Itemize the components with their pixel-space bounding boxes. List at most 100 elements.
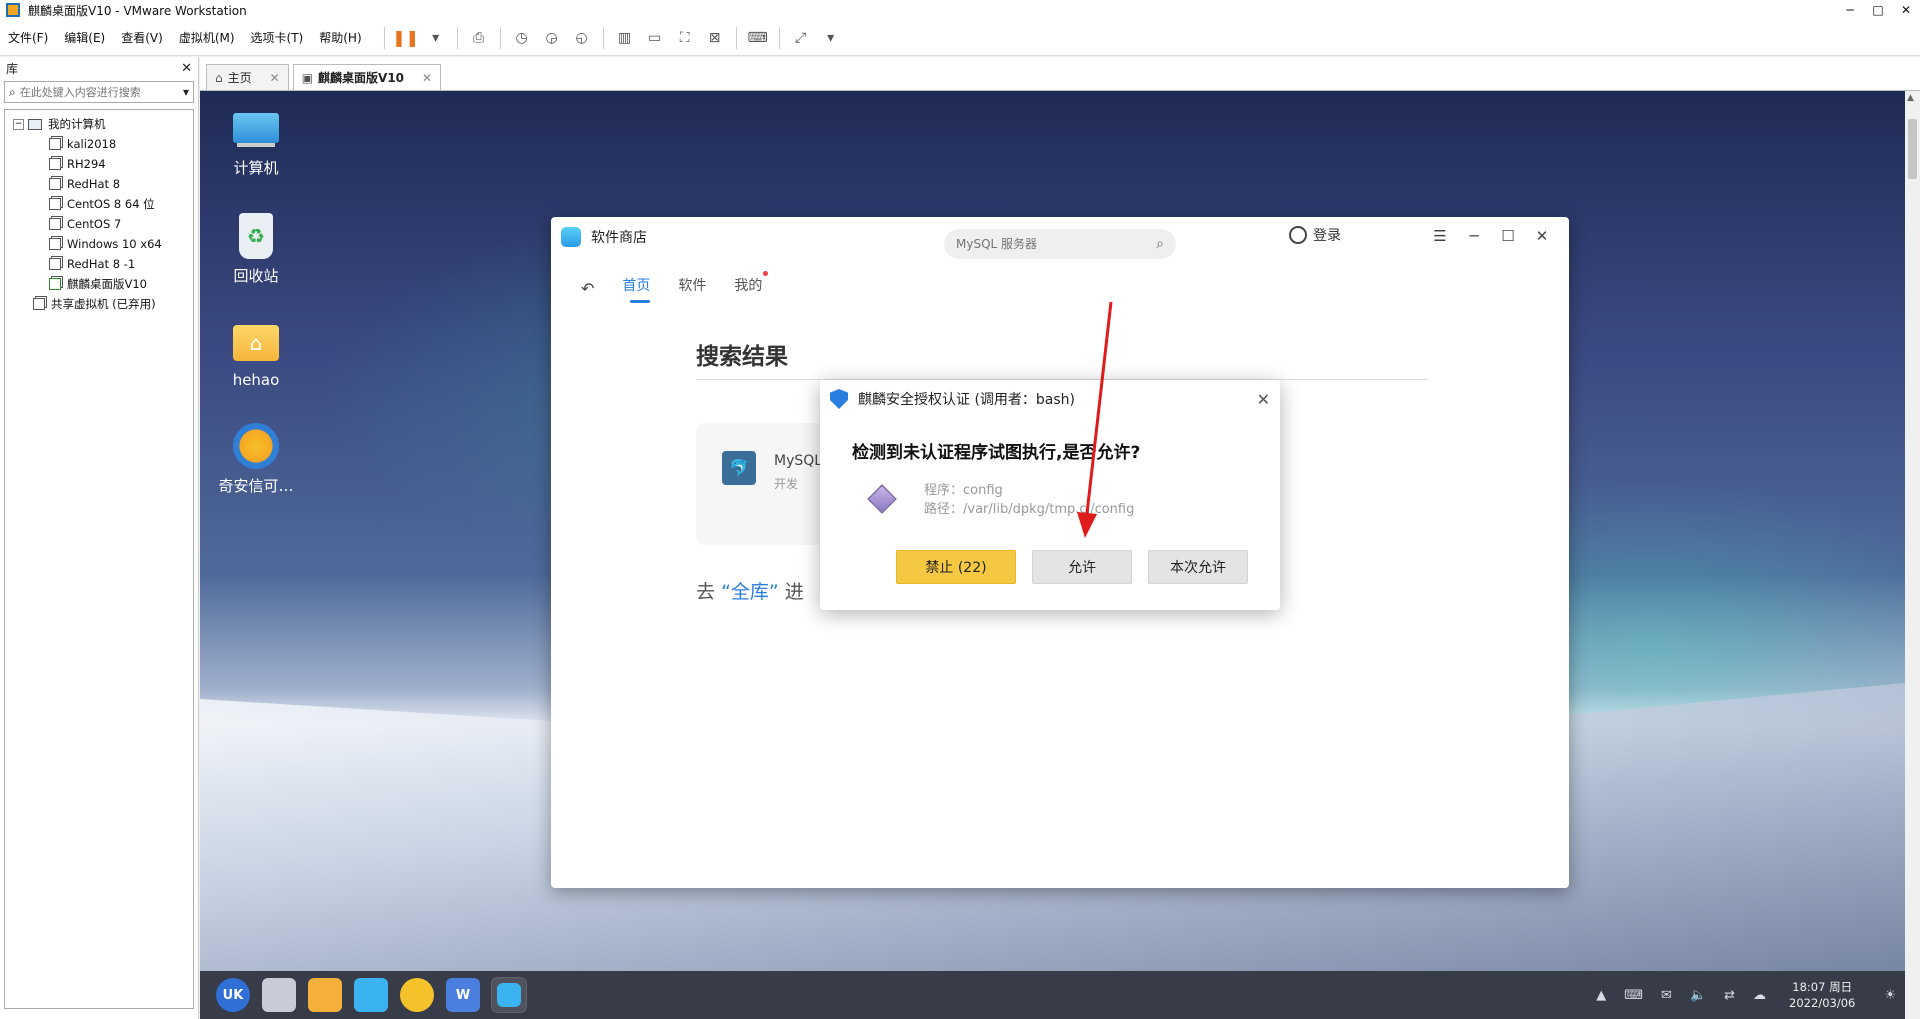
tree-node-shared-vms[interactable]: 共享虚拟机 (已弃用) [5,294,193,314]
toolbar: ❚❚ ▾ ⎙ ◷ ◶ ◵ ▥ ▭ ⛶ ⊠ ⌨ ⤢ ▾ [378,25,846,51]
tab-mine[interactable]: 我的 [734,271,769,301]
tray-expand-icon[interactable]: ▲ [1596,988,1606,1003]
menu-file[interactable]: 文件(F) [0,29,56,46]
store-login[interactable]: 登录 [1289,225,1341,245]
stretch-icon[interactable]: ⤢ [788,25,814,51]
running-vm-icon [49,278,61,290]
search-results-heading: 搜索结果 [696,344,788,370]
menu-vm[interactable]: 虚拟机(M) [171,29,243,46]
volume-icon[interactable]: 🔈 [1690,988,1706,1003]
dialog-close-icon[interactable]: ✕ [1257,390,1270,409]
stretch-dropdown-icon[interactable]: ▾ [818,25,844,51]
tree-node-my-computer[interactable]: − 我的计算机 [5,114,193,134]
file-manager-icon[interactable] [308,978,342,1012]
minimize-button[interactable]: ─ [1836,0,1864,20]
deny-button[interactable]: 禁止 (22) [896,550,1016,584]
allow-button[interactable]: 允许 [1032,550,1132,584]
tree-node-label: Windows 10 x64 [67,237,162,251]
software-store-icon[interactable] [354,978,388,1012]
home-icon: ⌂ [215,70,223,85]
trash-icon: ♻ [239,213,273,259]
console-icon[interactable]: ⌨ [745,25,771,51]
revert-snapshot-icon[interactable]: ◶ [539,25,565,51]
maximize-icon[interactable]: ☐ [1491,227,1525,245]
tree-node-vm[interactable]: CentOS 7 [5,214,193,234]
tree-node-vm[interactable]: kali2018 [5,134,193,154]
allow-once-button[interactable]: 本次允许 [1148,550,1248,584]
qianxin-browser-icon[interactable] [400,978,434,1012]
tree-node-vm[interactable]: CentOS 8 64 位 [5,194,193,214]
search-dropdown-icon[interactable]: ▾ [183,85,189,99]
vertical-scrollbar[interactable]: ▲ [1905,91,1920,1019]
menu-icon[interactable]: ☰ [1423,227,1457,245]
unity-icon[interactable]: ⊠ [702,25,728,51]
tab-close-icon[interactable]: ✕ [422,71,432,85]
library-title: 库 [6,61,19,76]
start-menu-icon[interactable]: UK [216,978,250,1012]
desktop-icon-qianxin[interactable]: 奇安信可… [206,423,306,496]
desktop-icon-label: 回收站 [233,267,279,285]
store-search-input[interactable] [956,237,1157,251]
wps-icon[interactable]: W [446,978,480,1012]
close-button[interactable]: ✕ [1892,0,1920,20]
tab-home[interactable]: ⌂ 主页 ✕ [206,64,289,90]
desktop-icon-computer[interactable]: 计算机 [206,105,306,178]
tab-software[interactable]: 软件 [678,275,706,301]
snapshot-icon[interactable]: ◷ [509,25,535,51]
store-logo-icon [561,227,581,247]
home-folder-icon: ⌂ [233,325,279,361]
cloud-icon[interactable]: ☁ [1753,988,1766,1003]
store-window-controls: ☰ ─ ☐ ✕ [1423,227,1559,245]
full-library-link[interactable]: “全库” [721,581,779,603]
red-arrow-annotation [1077,301,1113,538]
software-store-running-icon[interactable] [491,977,527,1013]
scroll-up-icon[interactable]: ▲ [1907,93,1914,103]
multitask-view-icon[interactable] [262,978,296,1012]
pause-icon[interactable]: ❚❚ [392,25,419,51]
tree-node-vm[interactable]: RedHat 8 [5,174,193,194]
close-icon[interactable]: ✕ [1525,227,1559,245]
tree-node-vm-running[interactable]: 麒麟桌面版V10 [5,274,193,294]
menu-tabs[interactable]: 选项卡(T) [243,29,312,46]
menu-help[interactable]: 帮助(H) [311,29,369,46]
desktop-icon-label: hehao [232,371,280,389]
scrollbar-thumb[interactable] [1908,119,1917,179]
tree-node-vm[interactable]: Windows 10 x64 [5,234,193,254]
pause-dropdown-icon[interactable]: ▾ [423,25,449,51]
tab-kylin-v10[interactable]: ▣ 麒麟桌面版V10 ✕ [292,64,442,90]
tab-strip: ⌂ 主页 ✕ ▣ 麒麟桌面版V10 ✕ [200,57,1920,91]
library-view-icon[interactable]: ▥ [612,25,638,51]
hint-suffix: 进 [784,581,804,603]
search-icon[interactable]: ⌕ [1156,236,1164,252]
desktop-icon-trash[interactable]: ♻ 回收站 [206,213,306,286]
tab-home[interactable]: 首页 [622,275,651,303]
notification-dot [763,271,769,276]
library-close-icon[interactable]: ✕ [181,61,192,76]
menu-edit[interactable]: 编辑(E) [56,29,113,46]
send-ctrl-alt-del-icon[interactable]: ⎙ [466,25,492,51]
clock[interactable]: 18:07 周日 2022/03/06 [1789,979,1855,1011]
dialog-header: 麒麟安全授权认证 (调用者：bash) ✕ [820,380,1280,418]
thumbnail-view-icon[interactable]: ▭ [642,25,668,51]
minimize-icon[interactable]: ─ [1457,227,1491,245]
tree-node-vm[interactable]: RedHat 8 -1 [5,254,193,274]
dialog-buttons: 禁止 (22) 允许 本次允许 [896,550,1264,584]
snapshot-manager-icon[interactable]: ◵ [569,25,595,51]
back-icon[interactable]: ↶ [581,279,594,298]
keyboard-icon[interactable]: ⌨ [1624,988,1643,1003]
library-panel: 库 ✕ ⌕ ▾ − 我的计算机 kali2018 RH294 RedHat 8 … [0,57,199,1019]
collapse-icon[interactable]: − [13,118,24,130]
brightness-icon[interactable]: ☀ [1884,988,1896,1003]
vm-icon [49,138,61,150]
system-tray: ▲ ⌨ ✉ 🔈 ⇄ ☁ 18:07 周日 2022/03/06 ☀ [1587,979,1905,1011]
desktop-icon-home-folder[interactable]: ⌂ hehao [206,319,306,389]
library-search-input[interactable] [15,85,183,99]
fullscreen-icon[interactable]: ⛶ [672,25,698,51]
menu-view[interactable]: 查看(V) [113,29,171,46]
network-icon[interactable]: ⇄ [1724,988,1735,1003]
tree-node-vm[interactable]: RH294 [5,154,193,174]
notification-icon[interactable]: ✉ [1661,988,1672,1003]
tab-close-icon[interactable]: ✕ [270,71,280,85]
tab-label: 主页 [227,71,252,85]
maximize-button[interactable]: □ [1864,0,1892,20]
